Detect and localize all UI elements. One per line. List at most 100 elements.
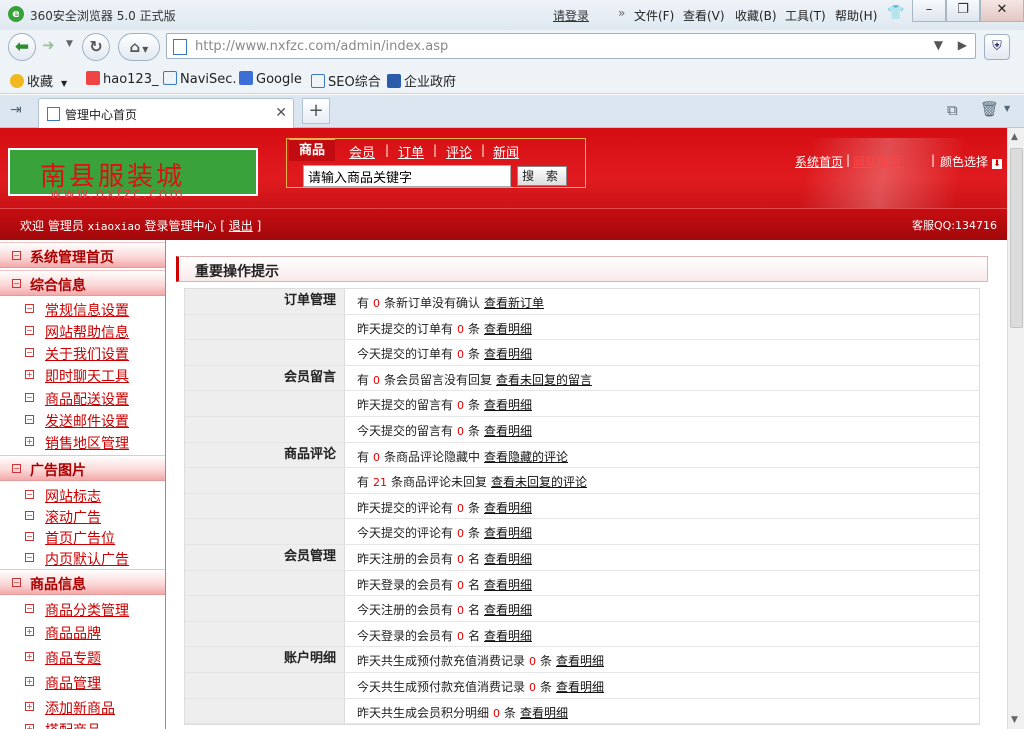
go-icon[interactable]: ▶ bbox=[958, 38, 967, 52]
sidebar-item-delivery[interactable]: − 商品配送设置 bbox=[0, 387, 165, 409]
new-tab-button[interactable]: + bbox=[302, 98, 330, 124]
sidebar-item-email[interactable]: − 发送邮件设置 bbox=[0, 409, 165, 431]
row-count: 0 bbox=[457, 424, 465, 438]
view-details-link[interactable]: 查看未回复的留言 bbox=[496, 373, 592, 387]
maximize-button[interactable]: ❐ bbox=[946, 0, 980, 22]
sidebar-toggle-icon[interactable]: ⇥ bbox=[10, 102, 22, 118]
sidebar-item-topics[interactable]: + 商品专题 bbox=[0, 646, 165, 668]
sidebar-item-chat-tools[interactable]: + 即时聊天工具 bbox=[0, 364, 165, 386]
page-icon bbox=[173, 39, 187, 55]
sidebar-section-general[interactable]: − 综合信息 bbox=[0, 270, 165, 296]
chevron-down-icon[interactable]: ▼ bbox=[934, 38, 943, 52]
chevron-down-icon: ▼ bbox=[142, 45, 149, 54]
page-icon bbox=[163, 71, 177, 85]
login-link[interactable]: 请登录 bbox=[553, 7, 589, 24]
favorites-menu[interactable]: 收藏 ▼ bbox=[10, 71, 67, 90]
menu-favorites[interactable]: 收藏(B) bbox=[735, 7, 777, 24]
scroll-thumb[interactable] bbox=[1010, 148, 1023, 328]
scroll-up-icon[interactable]: ▲ bbox=[1011, 132, 1018, 142]
view-details-link[interactable]: 查看明细 bbox=[556, 654, 604, 668]
search-button[interactable]: 搜 索 bbox=[517, 166, 567, 186]
view-details-link[interactable]: 查看明细 bbox=[484, 424, 532, 438]
sidebar-item-brand[interactable]: + 商品品牌 bbox=[0, 621, 165, 643]
security-shield-icon[interactable]: ⛨ bbox=[984, 34, 1010, 60]
menu-help[interactable]: 帮助(H) bbox=[835, 7, 877, 24]
view-details-link[interactable]: 查看隐藏的评论 bbox=[484, 450, 568, 464]
main-panel: 重要操作提示 订单管理有 0 条新订单没有确认 查看新订单 昨天提交的订单有 0 条查看明细… bbox=[176, 256, 988, 729]
site-logo[interactable]: 南县服装城 www.nxfzc.com bbox=[8, 148, 258, 202]
search-tab-members[interactable]: 会员 bbox=[349, 142, 375, 161]
close-window-button[interactable]: ✕ bbox=[980, 0, 1024, 22]
tab-admin-home[interactable]: 管理中心首页 ✕ bbox=[38, 98, 294, 128]
sidebar-item-scroll-ads[interactable]: − 滚动广告 bbox=[0, 505, 165, 527]
favorite-navisec[interactable]: NaviSec. bbox=[163, 71, 237, 87]
color-select-link[interactable]: 颜色选择 ⬇ bbox=[940, 153, 1002, 170]
sidebar-item-site-logo[interactable]: − 网站标志 bbox=[0, 484, 165, 506]
sidebar-item-bundle[interactable]: +搭配商品 bbox=[0, 718, 165, 729]
view-details-link[interactable]: 查看新订单 bbox=[484, 296, 544, 310]
search-tab-comments[interactable]: 评论 bbox=[446, 142, 472, 161]
trash-icon[interactable]: 🗑 bbox=[980, 100, 999, 118]
sidebar-item-default-ads[interactable]: − 内页默认广告 bbox=[0, 547, 165, 569]
home-button[interactable]: ⌂ ▼ bbox=[118, 33, 160, 61]
menu-file[interactable]: 文件(F) bbox=[634, 7, 674, 24]
view-details-link[interactable]: 查看明细 bbox=[484, 398, 532, 412]
menu-tools[interactable]: 工具(T) bbox=[785, 7, 826, 24]
sidebar-item-general-settings[interactable]: − 常规信息设置 bbox=[0, 298, 165, 320]
favorite-government[interactable]: 企业政府 bbox=[387, 71, 456, 90]
refresh-button[interactable]: ↻ bbox=[82, 33, 110, 61]
username: xiaoxiao bbox=[87, 220, 141, 233]
view-details-link[interactable]: 查看明细 bbox=[484, 629, 532, 643]
view-details-link[interactable]: 查看明细 bbox=[484, 347, 532, 361]
forward-button[interactable]: ➜ bbox=[42, 36, 55, 54]
sidebar-section-ads[interactable]: − 广告图片 bbox=[0, 455, 165, 481]
view-details-link[interactable]: 查看明细 bbox=[520, 706, 568, 720]
table-row: 商品评论有 0 条商品评论隐藏中 查看隐藏的评论 bbox=[185, 442, 979, 469]
site-home-link[interactable]: 网站首页 bbox=[853, 153, 901, 170]
chevron-down-icon[interactable]: ▼ bbox=[66, 39, 73, 49]
view-details-link[interactable]: 查看明细 bbox=[484, 501, 532, 515]
address-bar[interactable]: http://www.nxfzc.com/admin/index.asp ▼ ▶ bbox=[166, 33, 976, 59]
search-tab-orders[interactable]: 订单 bbox=[398, 142, 424, 161]
search-tab-news[interactable]: 新闻 bbox=[493, 142, 519, 161]
vertical-scrollbar[interactable]: ▲ ▼ bbox=[1007, 128, 1024, 729]
scroll-down-icon[interactable]: ▼ bbox=[1011, 715, 1018, 725]
view-details-link[interactable]: 查看明细 bbox=[484, 552, 532, 566]
sidebar-item-category[interactable]: − 商品分类管理 bbox=[0, 598, 165, 620]
sidebar-item-home-ad-slots[interactable]: − 首页广告位 bbox=[0, 526, 165, 548]
sidebar-item-sales-region[interactable]: + 销售地区管理 bbox=[0, 431, 165, 453]
collapse-icon: − bbox=[25, 511, 34, 520]
logout-link[interactable]: 退出 bbox=[229, 219, 253, 233]
view-details-link[interactable]: 查看明细 bbox=[484, 322, 532, 336]
view-details-link[interactable]: 查看明细 bbox=[484, 578, 532, 592]
sidebar-item-add-product[interactable]: + 添加新商品 bbox=[0, 696, 165, 718]
sidebar-section-system-home[interactable]: − 系统管理首页 bbox=[0, 242, 165, 268]
row-category bbox=[185, 519, 345, 544]
favorite-google[interactable]: Google bbox=[239, 71, 302, 87]
row-category bbox=[185, 596, 345, 621]
url-text[interactable]: http://www.nxfzc.com/admin/index.asp bbox=[195, 39, 448, 54]
favorite-seo[interactable]: SEO综合 bbox=[311, 71, 381, 90]
view-details-link[interactable]: 查看明细 bbox=[484, 526, 532, 540]
view-details-link[interactable]: 查看明细 bbox=[484, 603, 532, 617]
row-category: 账户明细 bbox=[185, 647, 345, 672]
search-input[interactable] bbox=[303, 165, 511, 187]
minimize-button[interactable]: – bbox=[912, 0, 946, 22]
row-category bbox=[185, 468, 345, 493]
search-tab-products[interactable]: 商品 bbox=[289, 139, 336, 161]
back-button[interactable]: ⬅ bbox=[8, 33, 36, 61]
menu-view[interactable]: 查看(V) bbox=[683, 7, 725, 24]
favorite-hao123[interactable]: hao123_ bbox=[86, 71, 158, 87]
sidebar-item-product-manage[interactable]: + 商品管理 bbox=[0, 671, 165, 693]
chevron-down-icon[interactable]: ▼ bbox=[1004, 104, 1010, 113]
system-home-link[interactable]: 系统首页 bbox=[795, 153, 843, 170]
expand-icon: + bbox=[25, 677, 34, 686]
sidebar-item-help-info[interactable]: − 网站帮助信息 bbox=[0, 320, 165, 342]
sidebar-item-about-us[interactable]: − 关于我们设置 bbox=[0, 342, 165, 364]
close-tab-icon[interactable]: ✕ bbox=[275, 105, 287, 121]
window-list-icon[interactable]: ⧉ bbox=[947, 101, 958, 119]
view-details-link[interactable]: 查看未回复的评论 bbox=[491, 475, 587, 489]
sidebar-section-products[interactable]: − 商品信息 bbox=[0, 569, 165, 595]
view-details-link[interactable]: 查看明细 bbox=[556, 680, 604, 694]
shirt-icon[interactable]: 👕 bbox=[887, 5, 904, 21]
